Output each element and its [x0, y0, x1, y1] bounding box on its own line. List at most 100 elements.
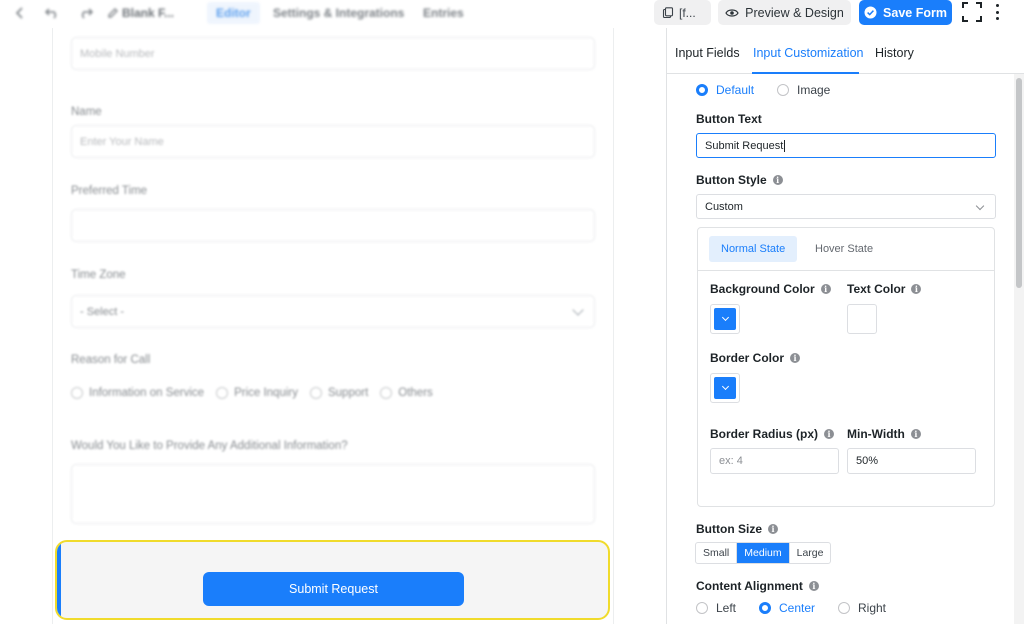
reason-option-information[interactable]: Information on Service — [71, 387, 204, 399]
alignment-left[interactable]: Left — [696, 601, 736, 615]
button-type-default-label: Default — [716, 83, 755, 97]
button-type-image[interactable]: Image — [777, 83, 830, 97]
content-alignment-label: Content Alignment i — [696, 579, 819, 593]
reason-option-others[interactable]: Others — [380, 387, 433, 399]
size-small-button[interactable]: Small — [696, 543, 738, 563]
top-toolbar: Blank F... Editor Settings & Integration… — [0, 0, 1024, 28]
tab-input-fields[interactable]: Input Fields — [675, 46, 740, 60]
panel-scrollbar[interactable] — [1014, 74, 1024, 624]
fullscreen-icon[interactable] — [962, 2, 982, 22]
panel-tabs: Input Fields Input Customization History — [667, 28, 1024, 74]
button-style-label: Button Style i — [696, 173, 783, 187]
chevron-down-icon — [721, 382, 729, 391]
tab-input-customization[interactable]: Input Customization — [753, 46, 863, 60]
selection-indicator — [57, 542, 61, 618]
info-icon[interactable]: i — [910, 429, 921, 439]
radio-icon — [696, 84, 708, 96]
submit-request-button[interactable]: Submit Request — [203, 572, 464, 606]
info-icon[interactable]: i — [820, 284, 831, 294]
name-field[interactable]: Enter Your Name — [71, 125, 595, 158]
preview-design-button[interactable]: Preview & Design — [718, 0, 851, 25]
shortcode-label: [f... — [679, 5, 696, 20]
settings-panel: Input Fields Input Customization History… — [666, 28, 1024, 624]
time-zone-value: - Select - — [80, 305, 125, 318]
more-options-icon[interactable] — [990, 2, 1004, 22]
chevron-down-icon — [975, 201, 985, 211]
tab-hover-state[interactable]: Hover State — [803, 236, 885, 262]
border-color-picker[interactable] — [710, 373, 740, 403]
additional-info-textarea[interactable] — [71, 464, 595, 524]
button-type-image-label: Image — [797, 83, 831, 97]
border-radius-input[interactable]: ex: 4 — [710, 448, 839, 474]
chevron-down-icon — [721, 313, 729, 322]
redo-icon[interactable] — [78, 5, 94, 21]
button-text-value: Submit Request — [705, 139, 784, 152]
preferred-time-field[interactable] — [71, 209, 595, 242]
tab-normal-state[interactable]: Normal State — [709, 236, 798, 262]
border-radius-label: Border Radius (px) i — [710, 427, 835, 441]
size-medium-button[interactable]: Medium — [737, 543, 790, 563]
undo-icon[interactable] — [44, 5, 60, 21]
radio-icon — [838, 602, 850, 614]
info-icon[interactable]: i — [824, 429, 835, 439]
alignment-center-label: Center — [779, 601, 816, 615]
mobile-number-field[interactable]: Mobile Number — [71, 37, 595, 70]
border-color-label: Border Color i — [710, 351, 801, 365]
min-width-input[interactable]: 50% — [847, 448, 976, 474]
reason-label: Reason for Call — [71, 354, 151, 366]
save-form-button[interactable]: Save Form — [859, 0, 952, 25]
alignment-right[interactable]: Right — [838, 601, 886, 615]
name-placeholder: Enter Your Name — [80, 135, 164, 148]
button-size-group: Small Medium Large — [695, 542, 832, 564]
tab-history[interactable]: History — [875, 46, 914, 60]
text-cursor — [784, 139, 786, 152]
alignment-center[interactable]: Center — [759, 601, 815, 615]
shortcode-button[interactable]: [f... — [654, 0, 711, 25]
button-text-input[interactable]: Submit Request — [696, 133, 996, 158]
button-text-label: Button Text — [696, 112, 762, 126]
save-form-label: Save Form — [883, 5, 947, 20]
tab-editor[interactable]: Editor — [207, 2, 260, 24]
tab-entries[interactable]: Entries — [414, 2, 473, 24]
border-radius-placeholder: ex: 4 — [719, 455, 743, 467]
active-tab-indicator — [752, 72, 859, 74]
button-style-select[interactable]: Custom — [696, 194, 996, 219]
info-icon[interactable]: i — [772, 175, 783, 185]
preview-design-label: Preview & Design — [745, 5, 844, 20]
reason-option-price[interactable]: Price Inquiry — [216, 387, 298, 399]
info-icon[interactable]: i — [911, 284, 922, 294]
eye-icon — [725, 8, 739, 17]
alignment-left-label: Left — [716, 601, 737, 615]
tab-settings-integrations[interactable]: Settings & Integrations — [264, 2, 413, 24]
scrollbar-thumb[interactable] — [1016, 78, 1022, 288]
form-title[interactable]: Blank F... — [108, 6, 174, 20]
reason-option-support[interactable]: Support — [309, 387, 368, 399]
time-zone-select[interactable]: - Select - — [71, 295, 595, 328]
text-color-label: Text Color i — [847, 282, 922, 296]
edit-pencil-icon — [108, 8, 118, 18]
chevron-down-icon — [572, 304, 584, 316]
preferred-time-label: Preferred Time — [71, 185, 148, 197]
editor-toolbar-left: Blank F... Editor Settings & Integration… — [0, 0, 640, 28]
back-icon[interactable] — [12, 5, 28, 21]
form-title-text: Blank F... — [122, 6, 175, 20]
background-color-fill — [714, 308, 736, 330]
min-width-value: 50% — [856, 455, 879, 467]
check-circle-icon — [864, 6, 877, 19]
radio-icon — [696, 602, 708, 614]
reason-options: Information on Service Price Inquiry Sup… — [71, 387, 433, 399]
info-icon[interactable]: i — [790, 353, 801, 363]
submit-button-container[interactable]: Submit Request — [55, 540, 610, 620]
additional-info-label: Would You Like to Provide Any Additional… — [71, 440, 348, 452]
text-color-picker[interactable] — [847, 304, 877, 334]
info-icon[interactable]: i — [768, 524, 778, 534]
button-size-label: Button Size i — [696, 522, 778, 536]
copy-icon — [662, 6, 674, 18]
state-tabs: Normal State Hover State — [698, 228, 994, 271]
min-width-label: Min-Width i — [847, 427, 921, 441]
size-large-button[interactable]: Large — [790, 543, 831, 563]
alignment-right-label: Right — [858, 601, 887, 615]
background-color-picker[interactable] — [710, 304, 740, 334]
info-icon[interactable]: i — [808, 581, 819, 591]
button-type-default[interactable]: Default — [696, 83, 754, 97]
